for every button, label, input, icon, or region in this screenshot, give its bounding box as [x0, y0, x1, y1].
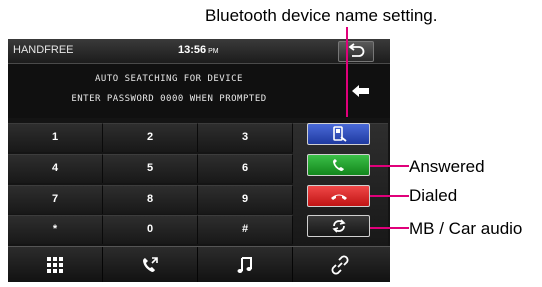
keypad-icon	[47, 257, 63, 273]
delete-button[interactable]	[344, 79, 378, 103]
nav-link-button[interactable]	[293, 247, 388, 282]
bluetooth-name-callout: Bluetooth device name setting.	[205, 6, 438, 25]
call-log-icon	[143, 257, 158, 272]
key-5[interactable]: 5	[103, 154, 198, 183]
key-8[interactable]: 8	[103, 185, 198, 214]
answered-button[interactable]	[307, 154, 370, 176]
switch-audio-icon	[332, 219, 346, 233]
dialed-button[interactable]	[307, 185, 370, 207]
callout-line-bluetooth	[346, 27, 348, 117]
mb-car-audio-button[interactable]	[307, 215, 370, 237]
music-note-icon	[237, 257, 252, 273]
bluetooth-name-button[interactable]	[307, 123, 370, 145]
dialed-callout: Dialed	[409, 186, 458, 205]
key-3[interactable]: 3	[198, 123, 293, 152]
mb-car-audio-callout: MB / Car audio	[409, 219, 523, 238]
backspace-arrow-icon	[352, 85, 369, 97]
phone-answer-icon	[333, 159, 344, 171]
callout-line-mb-car-audio	[370, 227, 409, 229]
callout-line-answered	[370, 165, 409, 167]
key-star[interactable]: *	[8, 215, 103, 244]
bottom-nav-bar	[8, 246, 390, 282]
status-bar: HANDFREE 13:56 PM	[8, 39, 390, 64]
key-9[interactable]: 9	[198, 185, 293, 214]
message-line-2: ENTER PASSWORD 0000 WHEN PROMPTED	[71, 94, 267, 104]
nav-call-log-button[interactable]	[103, 247, 198, 282]
message-area: AUTO SEATCHING FOR DEVICE ENTER PASSWORD…	[8, 64, 390, 118]
nav-keypad-button[interactable]	[8, 247, 103, 282]
clock-ampm: PM	[208, 48, 219, 55]
clock-time: 13:56	[178, 44, 207, 56]
nav-music-button[interactable]	[198, 247, 293, 282]
key-7[interactable]: 7	[8, 185, 103, 214]
phone-settings-icon	[333, 126, 347, 142]
message-line-1: AUTO SEATCHING FOR DEVICE	[95, 74, 243, 84]
clock: 13:56 PM	[178, 44, 219, 56]
phone-hangup-icon	[331, 194, 347, 200]
answered-callout: Answered	[409, 157, 485, 176]
key-0[interactable]: 0	[103, 215, 198, 244]
callout-line-dialed	[370, 195, 409, 197]
key-1[interactable]: 1	[8, 123, 103, 152]
key-4[interactable]: 4	[8, 154, 103, 183]
link-icon	[331, 255, 349, 275]
key-hash[interactable]: #	[198, 215, 293, 244]
key-2[interactable]: 2	[103, 123, 198, 152]
key-6[interactable]: 6	[198, 154, 293, 183]
handsfree-screen: HANDFREE 13:56 PM AUTO SEATCHING FOR DEVI…	[8, 39, 390, 282]
back-button[interactable]	[338, 41, 374, 62]
app-title: HANDFREE	[13, 44, 74, 56]
back-arrow-icon	[348, 43, 365, 57]
